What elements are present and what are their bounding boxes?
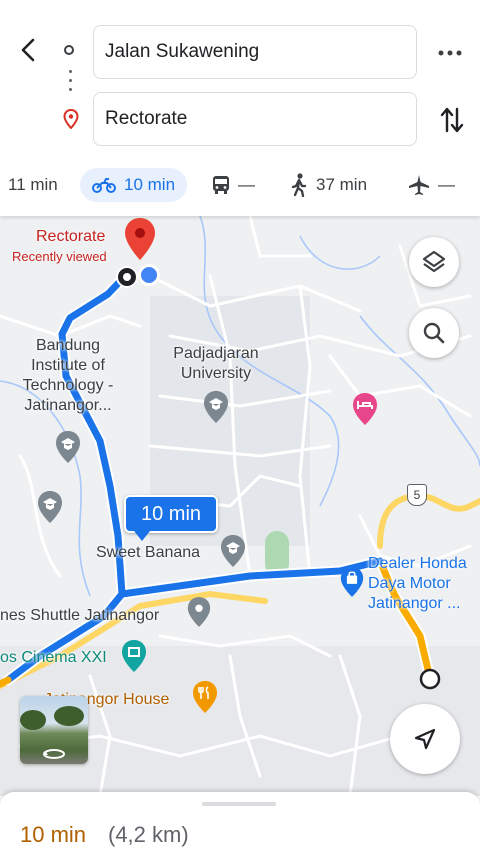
road-number-shield: 5 (407, 484, 427, 506)
destination-marker-icon (125, 218, 155, 260)
university-marker-4-icon (221, 535, 245, 567)
mode-driving-time: 11 min (8, 175, 58, 194)
tree-shape (20, 710, 46, 730)
summary-time: 10 min (20, 822, 87, 847)
mode-flights-time: — (438, 175, 455, 194)
bus-station-marker-icon (187, 597, 211, 627)
swap-button[interactable] (437, 102, 467, 138)
place-label-cinema: os Cinema XXI (0, 649, 107, 666)
drag-handle[interactable] (202, 802, 276, 806)
place-label-dealer: Dealer Honda Daya Motor Jatinangor ... (368, 555, 467, 612)
destination-field[interactable]: Rectorate (93, 92, 417, 146)
place-label-unpad: Padjadjaran University (173, 345, 259, 382)
map-view[interactable]: Rectorate Recently viewed Bandung Instit… (0, 216, 480, 796)
university-marker-3-icon (38, 491, 62, 523)
mode-transit[interactable]: — (212, 168, 255, 202)
university-marker-icon (204, 391, 228, 423)
mode-flights[interactable]: — (408, 168, 455, 202)
hotel-marker-icon (353, 393, 377, 425)
walk-icon (291, 173, 307, 197)
destination-label: Rectorate (36, 228, 106, 245)
motorcycle-icon (92, 178, 116, 193)
layers-button[interactable] (409, 237, 459, 287)
university-marker-2-icon (56, 431, 80, 463)
mode-driving[interactable]: 11 min (8, 168, 58, 202)
place-label-itb: Bandung Institute of Technology - Jatina… (22, 337, 114, 414)
directions-header: Jalan Sukawening Rectorate 11 min 10 min… (0, 0, 480, 216)
mode-transit-time: — (238, 175, 255, 194)
street-view-rotate-icon (43, 749, 65, 759)
mode-walking-time: 37 min (316, 175, 368, 194)
back-button[interactable] (14, 34, 42, 66)
search-icon (423, 322, 445, 344)
origin-circle-icon (64, 45, 74, 55)
restaurant-marker-icon (193, 681, 217, 713)
place-label-shuttle: nes Shuttle Jatinangor (0, 607, 160, 624)
navigation-arrow-icon (414, 728, 436, 750)
mode-motorcycle-time: 10 min (124, 175, 176, 194)
layers-icon (422, 250, 446, 273)
route-end-marker-icon (419, 668, 441, 690)
mode-walking[interactable]: 37 min (290, 168, 367, 202)
shopping-marker-icon (340, 567, 364, 597)
my-location-dot-icon (138, 264, 160, 286)
street-view-thumbnail[interactable] (20, 696, 88, 764)
route-eta-chip[interactable]: 10 min (124, 495, 218, 541)
origin-field[interactable]: Jalan Sukawening (93, 25, 417, 79)
more-options-button[interactable] (435, 38, 465, 68)
back-arrow-icon (21, 38, 35, 62)
destination-pin-icon (63, 108, 79, 134)
recently-viewed-label: Recently viewed (12, 249, 107, 264)
more-dots-icon (438, 50, 462, 56)
travel-modes-bar: 11 min 10 min — 37 min — (0, 166, 480, 206)
place-label-sweet-banana: Sweet Banana (96, 544, 201, 561)
cinema-marker-icon (122, 640, 146, 672)
plane-icon (409, 175, 429, 195)
route-dots-icon (69, 70, 73, 96)
mode-motorcycle[interactable]: 10 min (80, 168, 188, 202)
tree-shape (54, 706, 84, 726)
bus-icon (213, 176, 229, 194)
summary-distance: (4,2 km) (108, 822, 189, 847)
route-summary-sheet[interactable]: 10 min (4,2 km) (0, 792, 480, 854)
navigate-button[interactable] (390, 704, 460, 774)
swap-arrows-icon (440, 107, 464, 133)
search-along-route-button[interactable] (409, 308, 459, 358)
